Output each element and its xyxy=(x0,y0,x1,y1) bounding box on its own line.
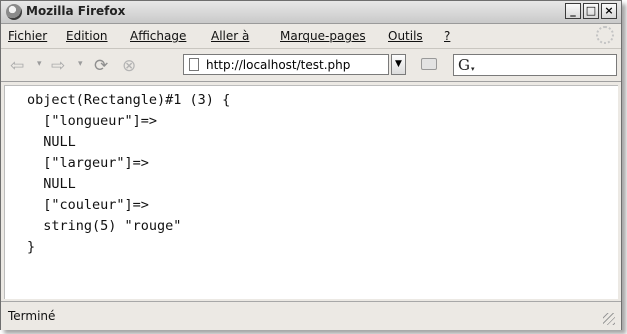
dump-line: } xyxy=(27,239,36,255)
menu-fichier[interactable]: Fichier xyxy=(8,29,47,43)
menu-marque-pages[interactable]: Marque-pages xyxy=(280,29,366,43)
go-icon[interactable] xyxy=(421,58,437,70)
minimize-button[interactable]: _ xyxy=(565,3,581,19)
browser-window: Mozilla Firefox _ □ × Fichier Edition Af… xyxy=(0,0,622,330)
menu-affichage[interactable]: Affichage xyxy=(130,29,186,43)
search-box[interactable]: G ▾ xyxy=(453,54,617,76)
back-arrow-icon[interactable]: ⇦ xyxy=(10,56,24,76)
firefox-logo-icon xyxy=(6,4,22,20)
search-engine-dropdown-icon[interactable]: ▾ xyxy=(471,65,475,73)
address-text[interactable]: http://localhost/test.php xyxy=(206,58,350,72)
forward-dropdown-icon[interactable]: ▾ xyxy=(78,59,83,69)
navigation-toolbar: ⇦ ▾ ⇨ ▾ ⟳ ⊗ http://localhost/test.php ▼ … xyxy=(1,49,621,82)
menu-edition[interactable]: Edition xyxy=(66,29,108,43)
maximize-button[interactable]: □ xyxy=(583,3,599,19)
dump-line: string(5) "rouge" xyxy=(27,218,182,234)
status-bar: Terminé xyxy=(1,301,621,330)
dump-line: object(Rectangle)#1 (3) { xyxy=(27,92,231,108)
menu-outils[interactable]: Outils xyxy=(388,29,423,43)
title-bar: Mozilla Firefox _ □ × xyxy=(1,1,621,24)
window-title: Mozilla Firefox xyxy=(26,4,126,18)
address-bar[interactable]: http://localhost/test.php xyxy=(183,54,389,75)
page-icon xyxy=(189,58,199,71)
dump-line: ["couleur"]=> xyxy=(27,197,149,213)
dump-line: ["longueur"]=> xyxy=(27,113,158,129)
stop-icon[interactable]: ⊗ xyxy=(122,56,136,76)
menu-help[interactable]: ? xyxy=(444,29,450,43)
throbber-icon xyxy=(596,26,614,44)
search-engine-icon[interactable]: G xyxy=(458,56,470,74)
status-text: Terminé xyxy=(8,309,56,323)
back-dropdown-icon[interactable]: ▾ xyxy=(37,59,42,69)
forward-arrow-icon[interactable]: ⇨ xyxy=(51,56,65,76)
page-content: object(Rectangle)#1 (3) { ["longueur"]=>… xyxy=(4,85,618,299)
dump-line: ["largeur"]=> xyxy=(27,155,149,171)
menu-bar: Fichier Edition Affichage Aller à Marque… xyxy=(1,24,621,49)
close-button[interactable]: × xyxy=(601,3,617,19)
address-dropdown-button[interactable]: ▼ xyxy=(391,54,406,75)
dump-line: NULL xyxy=(27,134,76,150)
resize-grip-icon[interactable] xyxy=(603,313,615,325)
reload-icon[interactable]: ⟳ xyxy=(94,56,108,76)
menu-aller-a[interactable]: Aller à xyxy=(211,29,249,43)
dump-line: NULL xyxy=(27,176,76,192)
